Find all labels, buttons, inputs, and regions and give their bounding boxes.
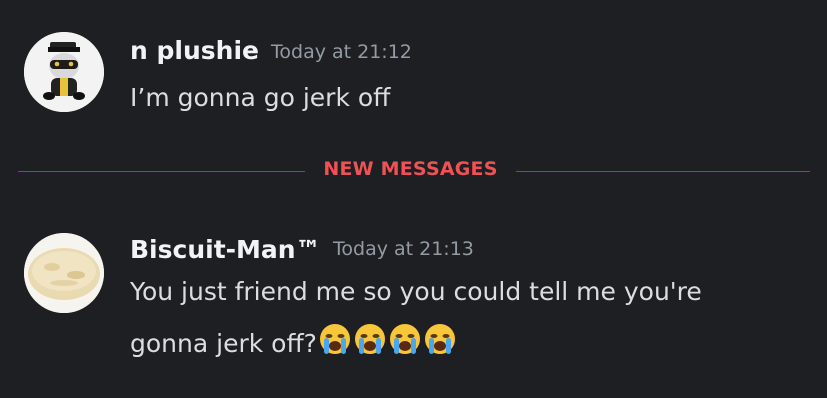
message-timestamp: Today at 21:13	[333, 238, 474, 260]
message-author[interactable]: Biscuit-Man™	[130, 235, 321, 264]
plush-toy-avatar-icon	[24, 32, 104, 112]
user-avatar[interactable]	[24, 233, 104, 313]
message-timestamp: Today at 21:12	[271, 41, 412, 63]
user-avatar[interactable]	[24, 32, 104, 112]
biscuit-avatar-icon	[24, 233, 104, 313]
new-messages-divider-line-right	[516, 171, 810, 172]
message-text-line-2-wrap: gonna jerk off?	[130, 322, 457, 362]
message-author[interactable]: n plushie	[130, 36, 259, 65]
message-text-line-2: gonna jerk off?	[130, 329, 317, 358]
message-1: n plushie Today at 21:12 I’m gonna go je…	[0, 0, 827, 140]
new-messages-divider-label: NEW MESSAGES	[323, 158, 498, 180]
loudly-crying-face-emoji-icon	[353, 322, 387, 362]
loudly-crying-face-emoji-icon	[318, 322, 352, 362]
new-messages-divider-line-left	[18, 171, 305, 172]
message-text: I’m gonna go jerk off	[130, 83, 391, 112]
loudly-crying-face-emoji-icon	[423, 322, 457, 362]
message-2: Biscuit-Man™ Today at 21:13 You just fri…	[0, 200, 827, 398]
loudly-crying-face-emoji-icon	[388, 322, 422, 362]
message-text-line-1: You just friend me so you could tell me …	[130, 277, 702, 306]
